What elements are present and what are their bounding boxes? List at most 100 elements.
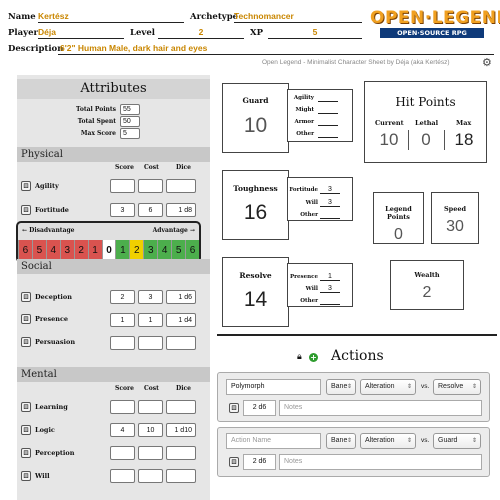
agility-cost[interactable] (138, 179, 163, 193)
fortitude-cost[interactable]: 6 (138, 203, 163, 217)
advantage-cell[interactable]: 6 (18, 240, 32, 261)
advantage-cell[interactable]: 1 (87, 240, 102, 261)
resolve-presence-input[interactable]: 1 (320, 272, 340, 281)
hp-lethal-value[interactable]: 0 (413, 130, 439, 150)
deception-score[interactable]: 2 (110, 290, 135, 304)
attr-learning-label: Learning (35, 403, 68, 411)
die-icon[interactable]: ⚅ (21, 402, 31, 412)
die-icon[interactable]: ⚅ (229, 457, 239, 467)
resolve-other-input[interactable] (320, 296, 340, 305)
lock-icon[interactable]: 🔒︎ (297, 352, 302, 362)
guard-armor-input[interactable] (318, 117, 338, 126)
hp-current-value[interactable]: 10 (375, 130, 403, 150)
divider (217, 334, 497, 336)
name-field[interactable]: Kertész (38, 11, 184, 23)
presence-score[interactable]: 1 (110, 313, 135, 327)
mental-header: Mental (17, 367, 210, 382)
presence-cost[interactable]: 1 (138, 313, 163, 327)
die-icon[interactable]: ⚅ (21, 205, 31, 215)
legend-points-value[interactable]: 0 (374, 226, 423, 244)
deception-dice[interactable]: 1 d6 (166, 290, 196, 304)
action-dice[interactable]: 2 d6 (243, 400, 276, 416)
target-select[interactable]: Guard (433, 433, 481, 449)
die-icon[interactable]: ⚅ (21, 448, 31, 458)
persuasion-score[interactable] (110, 336, 135, 350)
advantage-cell[interactable]: 5 (171, 240, 186, 261)
resolve-will-label: Will (305, 286, 318, 292)
level-field[interactable]: 2 (158, 27, 244, 39)
die-icon[interactable]: ⚅ (21, 292, 31, 302)
logic-score[interactable]: 4 (110, 423, 135, 437)
presence-dice[interactable]: 1 d4 (166, 313, 196, 327)
die-icon[interactable]: ⚅ (21, 337, 31, 347)
guard-agility-input[interactable] (318, 93, 338, 102)
perception-cost[interactable] (138, 446, 163, 460)
total-points-input[interactable]: 55 (120, 104, 140, 115)
perception-dice[interactable] (166, 446, 196, 460)
fortitude-score[interactable]: 3 (110, 203, 135, 217)
action-notes-input[interactable]: Notes (279, 454, 482, 470)
advantage-cell[interactable]: 1 (115, 240, 130, 261)
persuasion-cost[interactable] (138, 336, 163, 350)
description-field[interactable]: 6'2" Human Male, dark hair and eyes (58, 43, 494, 55)
advantage-cell[interactable]: 3 (59, 240, 74, 261)
learning-cost[interactable] (138, 400, 163, 414)
resolve-card: Resolve 14 (222, 257, 289, 327)
hit-points-title: Hit Points (395, 95, 456, 109)
target-select[interactable]: Resolve (433, 379, 481, 395)
resolve-value: 14 (243, 288, 268, 311)
die-icon[interactable]: ⚅ (21, 425, 31, 435)
action-dice[interactable]: 2 d6 (243, 454, 276, 470)
learning-dice[interactable] (166, 400, 196, 414)
advantage-cell[interactable]: 4 (157, 240, 172, 261)
persuasion-dice[interactable] (166, 336, 196, 350)
will-cost[interactable] (138, 469, 163, 483)
toughness-fortitude-input[interactable]: 3 (320, 185, 340, 194)
speed-value[interactable]: 30 (432, 218, 478, 236)
bane-select[interactable]: Bane (326, 379, 356, 395)
deception-cost[interactable]: 3 (138, 290, 163, 304)
attribute-select[interactable]: Alteration (360, 433, 416, 449)
toughness-other-input[interactable] (320, 210, 340, 219)
advantage-cell[interactable]: 0 (101, 240, 116, 261)
fortitude-dice[interactable]: 1 d8 (166, 203, 196, 217)
die-icon[interactable]: ⚅ (21, 314, 31, 324)
action-notes-input[interactable]: Notes (279, 400, 482, 416)
advantage-cell[interactable]: 2 (73, 240, 88, 261)
total-spent-input[interactable]: 50 (120, 116, 140, 127)
action-name-input[interactable]: Action Name (226, 433, 321, 449)
player-field[interactable]: Déja (38, 27, 124, 39)
die-icon[interactable]: ⚅ (229, 403, 239, 413)
guard-other-input[interactable] (318, 129, 338, 138)
advantage-cell[interactable]: 3 (143, 240, 158, 261)
agility-score[interactable] (110, 179, 135, 193)
attr-deception-label: Deception (35, 293, 72, 301)
guard-agility-label: Agility (293, 95, 314, 101)
logic-cost[interactable]: 10 (138, 423, 163, 437)
attribute-select[interactable]: Alteration (360, 379, 416, 395)
will-dice[interactable] (166, 469, 196, 483)
guard-might-input[interactable] (318, 105, 338, 114)
advantage-cell[interactable]: 4 (45, 240, 60, 261)
learning-score[interactable] (110, 400, 135, 414)
add-icon[interactable]: + (309, 353, 318, 362)
toughness-will-input[interactable]: 3 (320, 198, 340, 207)
will-score[interactable] (110, 469, 135, 483)
die-icon[interactable]: ⚅ (21, 471, 31, 481)
xp-field[interactable]: 5 (268, 27, 362, 39)
gear-icon[interactable]: ⚙ (482, 56, 492, 69)
agility-dice[interactable] (166, 179, 196, 193)
perception-score[interactable] (110, 446, 135, 460)
col-cost: Cost (144, 164, 159, 171)
archetype-field[interactable]: Technomancer (234, 11, 362, 23)
advantage-cell[interactable]: 6 (185, 240, 199, 261)
die-icon[interactable]: ⚅ (21, 181, 31, 191)
advantage-cell[interactable]: 2 (129, 240, 144, 261)
wealth-value[interactable]: 2 (391, 284, 463, 302)
max-score-input[interactable]: 5 (120, 128, 140, 139)
resolve-will-input[interactable]: 3 (320, 284, 340, 293)
bane-select[interactable]: Bane (326, 433, 356, 449)
logic-dice[interactable]: 1 d10 (166, 423, 196, 437)
advantage-cell[interactable]: 5 (31, 240, 46, 261)
action-name-input[interactable]: Polymorph (226, 379, 321, 395)
